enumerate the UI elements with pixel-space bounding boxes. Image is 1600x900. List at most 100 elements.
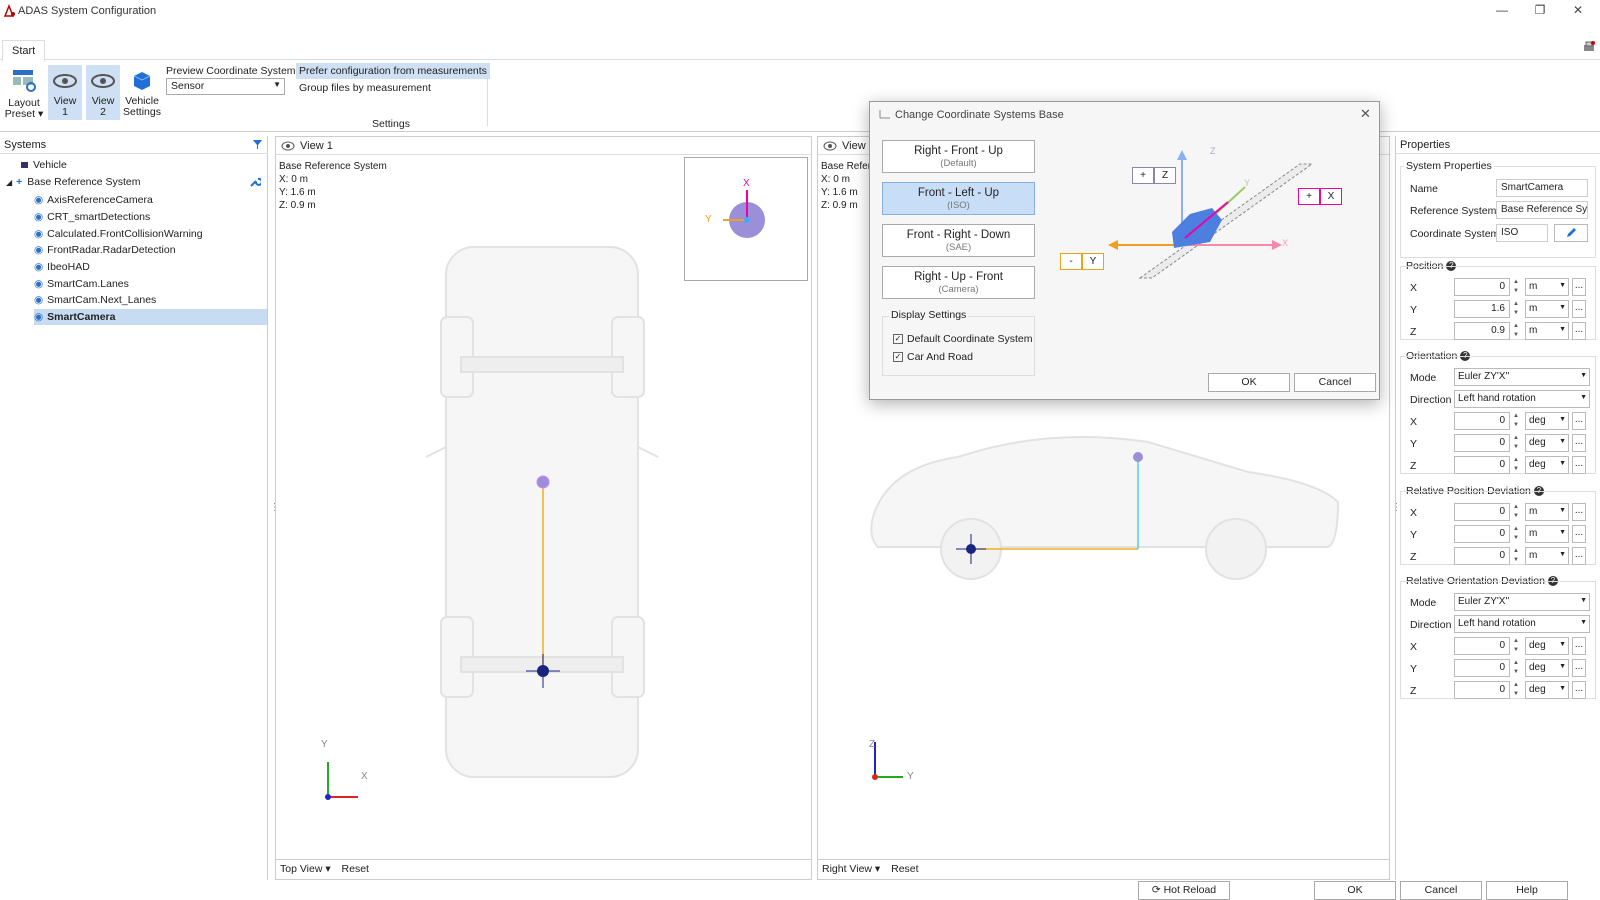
rel-orientation-y-stepper[interactable]: ▲ ▼: [1511, 659, 1521, 677]
default-cs-checkbox[interactable]: ✓ Default Coordinate System: [893, 333, 1032, 345]
position-x-input[interactable]: 0: [1454, 278, 1510, 296]
rel-position-x-more-button[interactable]: ...: [1572, 503, 1586, 521]
edit-coordinate-system-button[interactable]: [1554, 224, 1588, 242]
orientation-y-stepper[interactable]: ▲ ▼: [1511, 434, 1521, 452]
rel-orientation-z-stepper[interactable]: ▲ ▼: [1511, 681, 1521, 699]
view2-reset-button[interactable]: Reset: [891, 863, 918, 875]
close-icon[interactable]: ✕: [1360, 106, 1371, 122]
hot-reload-button[interactable]: ⟳ Hot Reload: [1138, 881, 1230, 900]
position-z-stepper[interactable]: ▲ ▼: [1511, 322, 1521, 340]
rel-orientation-x-input[interactable]: 0: [1454, 637, 1510, 655]
tree-item[interactable]: ◉ IbeoHAD: [34, 259, 90, 275]
option-right-front-up[interactable]: Right - Front - Up (Default): [882, 140, 1035, 173]
camera-marker[interactable]: [536, 475, 550, 489]
orientation-z-stepper[interactable]: ▲ ▼: [1511, 456, 1521, 474]
position-y-stepper[interactable]: ▲ ▼: [1511, 300, 1521, 318]
dialog-cancel-button[interactable]: Cancel: [1294, 373, 1376, 392]
orientation-x-more-button[interactable]: ...: [1572, 412, 1586, 430]
option-front-left-up[interactable]: Front - Left - Up (ISO): [882, 182, 1035, 215]
splitter-handle[interactable]: ⋮: [270, 502, 280, 516]
printer-icon[interactable]: [1582, 40, 1596, 54]
tree-item[interactable]: ◉ Calculated.FrontCollisionWarning: [34, 226, 203, 242]
top-view-dropdown[interactable]: Top View ▾: [280, 863, 331, 875]
tree-item-vehicle[interactable]: Vehicle: [20, 157, 67, 173]
rel-orientation-y-input[interactable]: 0: [1454, 659, 1510, 677]
orientation-z-unit[interactable]: deg ▼: [1525, 456, 1569, 474]
position-x-unit[interactable]: m ▼: [1525, 278, 1569, 296]
orientation-x-stepper[interactable]: ▲ ▼: [1511, 412, 1521, 430]
option-right-up-front[interactable]: Right - Up - Front (Camera): [882, 266, 1035, 299]
orientation-x-unit[interactable]: deg ▼: [1525, 412, 1569, 430]
preview-cs-select[interactable]: Sensor ▼: [166, 78, 285, 95]
rel-orientation-x-more-button[interactable]: ...: [1572, 637, 1586, 655]
restore-icon[interactable]: ❐: [1530, 3, 1550, 19]
option-front-right-down[interactable]: Front - Right - Down (SAE): [882, 224, 1035, 257]
rel-orientation-direction-select[interactable]: Left hand rotation ▼: [1454, 615, 1590, 633]
tree-item[interactable]: ◉ AxisReferenceCamera: [34, 192, 153, 208]
reference-system-field[interactable]: Base Reference Sys: [1496, 201, 1588, 219]
group-files-toggle[interactable]: Group files by measurement: [299, 82, 431, 94]
tab-start[interactable]: Start: [2, 40, 46, 62]
help-button[interactable]: Help: [1486, 881, 1568, 900]
orientation-y-input[interactable]: 0: [1454, 434, 1510, 452]
rel-position-z-more-button[interactable]: ...: [1572, 547, 1586, 565]
position-z-more-button[interactable]: ...: [1572, 322, 1586, 340]
rel-position-x-input[interactable]: 0: [1454, 503, 1510, 521]
tree-item[interactable]: ◉ FrontRadar.RadarDetection: [34, 242, 176, 258]
rel-position-x-unit[interactable]: m ▼: [1525, 503, 1569, 521]
prefer-config-toggle[interactable]: Prefer configuration from measurements: [296, 63, 490, 79]
rel-orientation-x-unit[interactable]: deg ▼: [1525, 637, 1569, 655]
orientation-z-input[interactable]: 0: [1454, 456, 1510, 474]
orientation-y-more-button[interactable]: ...: [1572, 434, 1586, 452]
orientation-mode-select[interactable]: Euler ZY'X'' ▼: [1454, 368, 1590, 386]
wrench-icon[interactable]: [249, 176, 261, 188]
rel-orientation-z-more-button[interactable]: ...: [1572, 681, 1586, 699]
orientation-y-unit[interactable]: deg ▼: [1525, 434, 1569, 452]
view1-toggle-button[interactable]: View 1: [48, 65, 82, 120]
rel-position-z-input[interactable]: 0: [1454, 547, 1510, 565]
view2-toggle-button[interactable]: View 2: [86, 65, 120, 120]
tree-item-smartcamera[interactable]: ◉ SmartCamera: [34, 309, 267, 325]
minimize-icon[interactable]: —: [1492, 3, 1512, 19]
rel-position-x-stepper[interactable]: ▲ ▼: [1511, 503, 1521, 521]
rel-orientation-y-more-button[interactable]: ...: [1572, 659, 1586, 677]
tree-item[interactable]: ◉ SmartCam.Next_Lanes: [34, 292, 156, 308]
rel-orientation-z-input[interactable]: 0: [1454, 681, 1510, 699]
layout-preset-button[interactable]: Layout Preset ▾: [4, 65, 44, 120]
tree-item-base-reference-system[interactable]: ◢ + Base Reference System: [6, 174, 141, 190]
rel-position-z-stepper[interactable]: ▲ ▼: [1511, 547, 1521, 565]
car-and-road-checkbox[interactable]: ✓ Car And Road: [893, 351, 973, 363]
close-icon[interactable]: ✕: [1568, 3, 1588, 19]
rel-orientation-z-unit[interactable]: deg ▼: [1525, 681, 1569, 699]
rel-orientation-mode-select[interactable]: Euler ZY'X'' ▼: [1454, 593, 1590, 611]
position-z-unit[interactable]: m ▼: [1525, 322, 1569, 340]
side-view-canvas[interactable]: [818, 417, 1391, 837]
right-view-dropdown[interactable]: Right View ▾: [822, 863, 880, 875]
vehicle-settings-button[interactable]: Vehicle Settings: [122, 65, 162, 120]
splitter-handle[interactable]: ⋮: [813, 502, 823, 516]
dialog-ok-button[interactable]: OK: [1208, 373, 1290, 392]
orientation-direction-select[interactable]: Left hand rotation ▼: [1454, 390, 1590, 408]
filter-icon[interactable]: [252, 139, 263, 150]
ok-button[interactable]: OK: [1314, 881, 1396, 900]
rel-position-z-unit[interactable]: m ▼: [1525, 547, 1569, 565]
camera-marker[interactable]: [1133, 452, 1143, 462]
chevron-down-icon[interactable]: ◢: [6, 178, 12, 187]
position-x-more-button[interactable]: ...: [1572, 278, 1586, 296]
splitter-handle[interactable]: ⋮: [1391, 502, 1401, 516]
rel-orientation-y-unit[interactable]: deg ▼: [1525, 659, 1569, 677]
eye-icon[interactable]: [823, 141, 837, 151]
rel-orientation-x-stepper[interactable]: ▲ ▼: [1511, 637, 1521, 655]
position-y-more-button[interactable]: ...: [1572, 300, 1586, 318]
position-z-input[interactable]: 0.9: [1454, 322, 1510, 340]
orientation-z-more-button[interactable]: ...: [1572, 456, 1586, 474]
view1-reset-button[interactable]: Reset: [342, 863, 369, 875]
rel-position-y-input[interactable]: 0: [1454, 525, 1510, 543]
name-field[interactable]: SmartCamera: [1496, 179, 1588, 197]
position-y-unit[interactable]: m ▼: [1525, 300, 1569, 318]
eye-icon[interactable]: [281, 141, 295, 151]
rel-position-y-more-button[interactable]: ...: [1572, 525, 1586, 543]
rel-position-y-unit[interactable]: m ▼: [1525, 525, 1569, 543]
coordinate-system-field[interactable]: ISO: [1496, 224, 1548, 242]
orientation-x-input[interactable]: 0: [1454, 412, 1510, 430]
